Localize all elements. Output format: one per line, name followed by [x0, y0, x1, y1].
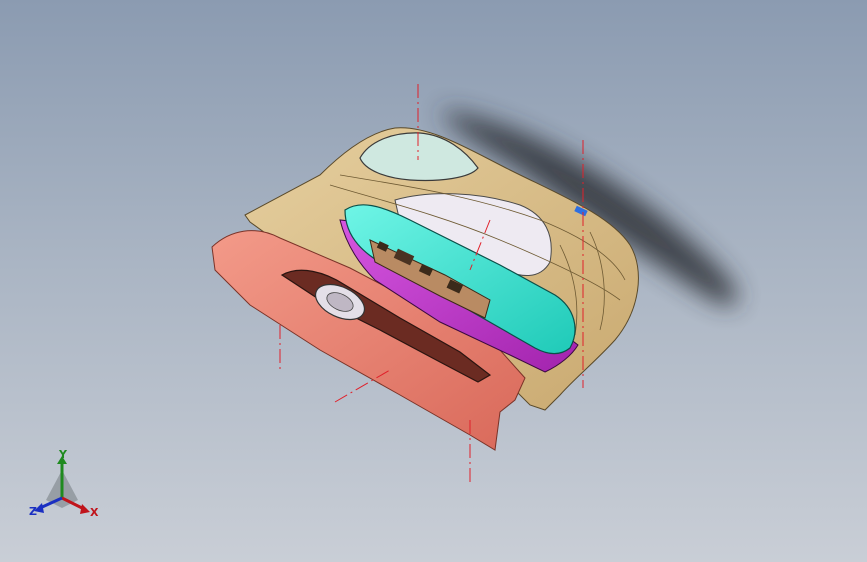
z-axis-label: Z	[29, 505, 37, 518]
x-axis-label: X	[90, 506, 99, 519]
axis-triad: Y X Z	[22, 448, 106, 524]
y-axis-label: Y	[59, 448, 67, 461]
cad-viewport[interactable]: Y X Z	[0, 0, 867, 562]
cad-model[interactable]	[0, 0, 867, 562]
